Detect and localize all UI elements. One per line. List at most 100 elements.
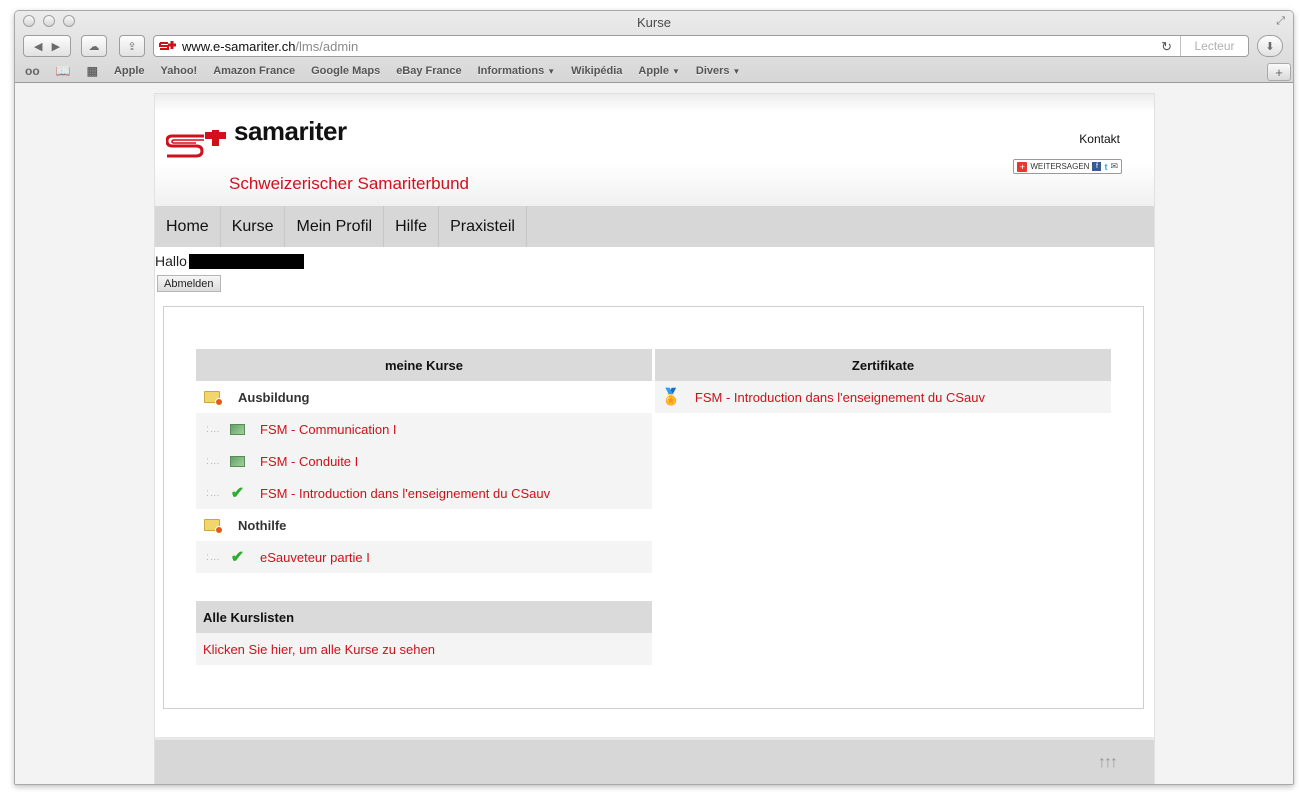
course-row[interactable]: :… ✔ FSM - Introduction dans l'enseignem… xyxy=(196,477,652,509)
bookmark-item[interactable]: Yahoo! xyxy=(161,65,198,77)
bookmark-label: Amazon France xyxy=(213,65,296,77)
chevron-down-icon: ▼ xyxy=(732,67,741,76)
tree-connector: :… xyxy=(206,455,221,467)
url-path: /lms/admin xyxy=(295,38,359,54)
checkmark-icon: ✔ xyxy=(230,549,245,566)
twitter-icon[interactable]: t xyxy=(1104,162,1107,172)
downloads-button[interactable]: ⬇ xyxy=(1257,35,1283,57)
tree-connector: :… xyxy=(206,551,221,563)
nav-praxisteil[interactable]: Praxisteil xyxy=(439,206,527,247)
bookmark-item[interactable]: Apple xyxy=(114,65,145,77)
course-link[interactable]: FSM - Communication I xyxy=(260,422,397,437)
reader-button[interactable]: Lecteur xyxy=(1180,36,1248,56)
course-thumbnail-icon xyxy=(230,455,245,467)
site-footer: ↑↑↑ xyxy=(155,737,1154,784)
all-courses-row[interactable]: Klicken Sie hier, um alle Kurse zu sehen xyxy=(196,633,652,665)
page-container: samariter Schweizerischer Samariterbund … xyxy=(154,93,1155,784)
tree-connector: :… xyxy=(206,487,221,499)
nav-mein-profil[interactable]: Mein Profil xyxy=(285,206,385,247)
course-group: Ausbildung xyxy=(196,381,652,413)
bookmark-item[interactable]: Informations ▼ xyxy=(478,65,556,77)
all-courses-link[interactable]: Klicken Sie hier, um alle Kurse zu sehen xyxy=(203,642,435,657)
bookmark-item[interactable]: Wikipédia xyxy=(571,65,622,77)
course-link[interactable]: FSM - Conduite I xyxy=(260,454,358,469)
course-link[interactable]: FSM - Introduction dans l'enseignement d… xyxy=(260,486,550,501)
bookmark-label: Apple xyxy=(113,65,145,77)
address-bar[interactable]: www.e-samariter.ch/lms/admin ↻ Lecteur xyxy=(153,35,1249,57)
course-row[interactable]: :… ✔ eSauveteur partie I xyxy=(196,541,652,573)
course-row[interactable]: :… FSM - Conduite I xyxy=(196,445,652,477)
bookmark-label: Apple xyxy=(638,65,669,77)
bookmark-label: Wikipédia xyxy=(571,65,623,77)
user-greeting: Hallo xyxy=(155,253,304,269)
browser-toolbar: Kurse ⤢ ◀ ▶ ☁ ⇪ www.e-samariter.ch/lms/a… xyxy=(15,11,1293,83)
top-sites-grid-icon[interactable]: ▦ xyxy=(87,64,98,78)
course-row[interactable]: :… FSM - Communication I xyxy=(196,413,652,445)
course-thumbnail-icon xyxy=(230,423,245,435)
bookmark-item[interactable]: Apple ▼ xyxy=(638,65,679,77)
share-label: WEITERSAGEN xyxy=(1030,162,1090,171)
chevron-down-icon: ▼ xyxy=(671,67,680,76)
back-to-top-icon[interactable]: ↑↑↑ xyxy=(1098,754,1118,772)
browser-window: Kurse ⤢ ◀ ▶ ☁ ⇪ www.e-samariter.ch/lms/a… xyxy=(14,10,1294,785)
bookmark-label: Informations xyxy=(477,65,545,77)
back-arrow-icon[interactable]: ◀ xyxy=(34,40,42,53)
page-viewport: samariter Schweizerischer Samariterbund … xyxy=(15,83,1293,784)
course-group: Nothilfe xyxy=(196,509,652,541)
bookmark-label: eBay France xyxy=(396,65,462,77)
bookmarks-book-icon[interactable]: 📖 xyxy=(56,64,71,78)
contact-link[interactable]: Kontakt xyxy=(1079,132,1120,146)
tree-connector: :… xyxy=(206,423,221,435)
back-forward-buttons[interactable]: ◀ ▶ xyxy=(23,35,71,57)
window-title: Kurse xyxy=(637,15,671,30)
share-plus-icon: + xyxy=(1017,161,1028,172)
url-host: www.e-samariter.ch xyxy=(182,38,296,54)
site-header: samariter Schweizerischer Samariterbund … xyxy=(155,94,1154,206)
bookmark-item[interactable]: Divers ▼ xyxy=(696,65,741,77)
logo-wordmark: samariter xyxy=(234,116,347,146)
reading-list-icon[interactable]: oo xyxy=(25,64,40,78)
certificates-header: Zertifikate xyxy=(655,349,1111,381)
bookmarks-bar: oo 📖 ▦ Apple Yahoo! Amazon France Google Ma… xyxy=(15,61,1293,81)
share-icon: ⇪ xyxy=(127,40,137,53)
bookmark-item[interactable]: Google Maps xyxy=(311,65,380,77)
checkmark-icon: ✔ xyxy=(230,485,245,502)
cloud-icon: ☁ xyxy=(88,40,100,53)
folder-icon xyxy=(204,391,223,406)
nav-home[interactable]: Home xyxy=(155,206,221,247)
certificate-row[interactable]: 🏅 FSM - Introduction dans l'enseignement… xyxy=(655,381,1111,413)
bookmark-label: Google Maps xyxy=(311,65,381,77)
logout-button[interactable]: Abmelden xyxy=(157,275,221,292)
certificate-link[interactable]: FSM - Introduction dans l'enseignement d… xyxy=(695,390,985,405)
facebook-icon[interactable]: f xyxy=(1092,162,1102,171)
dashboard-panel: meine Kurse Zertifikate Ausbildung :… FS… xyxy=(163,306,1144,709)
bookmark-item[interactable]: eBay France xyxy=(396,65,461,77)
new-tab-button[interactable]: + xyxy=(1267,63,1291,81)
chevron-down-icon: ▼ xyxy=(547,67,556,76)
course-group-label: Nothilfe xyxy=(238,517,287,533)
samariter-logo-icon xyxy=(166,130,226,158)
certificate-award-icon: 🏅 xyxy=(661,389,681,406)
folder-icon xyxy=(204,519,223,534)
course-group-label: Ausbildung xyxy=(238,389,310,405)
nav-kurse[interactable]: Kurse xyxy=(221,206,286,247)
bookmark-label: Yahoo! xyxy=(160,65,198,77)
bookmark-item[interactable]: Amazon France xyxy=(213,65,295,77)
bookmark-label: Divers xyxy=(695,65,730,77)
share-widget-button[interactable]: + WEITERSAGEN f t ✉ xyxy=(1013,159,1122,174)
redacted-username xyxy=(188,253,304,269)
fullscreen-icon[interactable]: ⤢ xyxy=(1276,15,1285,28)
course-link[interactable]: eSauveteur partie I xyxy=(260,550,370,565)
all-courses-header: Alle Kurslisten xyxy=(196,601,652,633)
my-courses-header: meine Kurse xyxy=(196,349,652,381)
icloud-tabs-button[interactable]: ☁ xyxy=(81,35,107,57)
bookmark-list: Apple Yahoo! Amazon France Google Maps eBay … xyxy=(114,65,757,77)
forward-arrow-icon[interactable]: ▶ xyxy=(52,40,60,53)
reload-icon[interactable]: ↻ xyxy=(1161,39,1172,55)
main-navigation: Home Kurse Mein Profil Hilfe Praxisteil xyxy=(155,206,1154,247)
share-button[interactable]: ⇪ xyxy=(119,35,145,57)
download-icon: ⬇ xyxy=(1265,40,1275,53)
nav-hilfe[interactable]: Hilfe xyxy=(384,206,440,247)
site-favicon xyxy=(159,41,176,50)
email-icon[interactable]: ✉ xyxy=(1110,161,1118,172)
